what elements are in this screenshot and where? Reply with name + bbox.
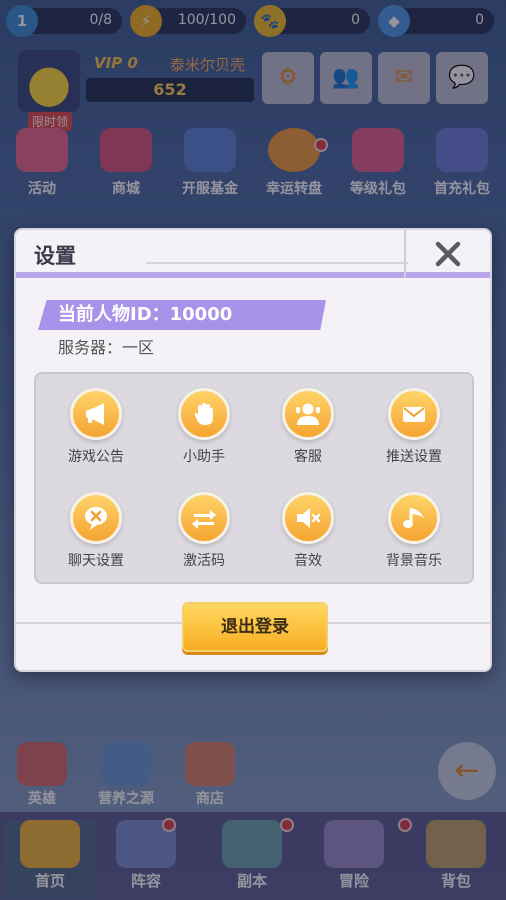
header-divider bbox=[146, 262, 408, 264]
settings-options-panel: 游戏公告 小助手 客服 推送设置 聊天设置 激活码 音效 背景音乐 bbox=[34, 372, 474, 584]
logout-button[interactable]: 退出登录 bbox=[182, 602, 328, 652]
option-label: 小助手 bbox=[183, 449, 225, 465]
server-info: 服务器：一区 bbox=[58, 338, 155, 357]
background-music-button[interactable]: 背景音乐 bbox=[364, 492, 464, 570]
settings-dialog: 设置 当前人物ID：10000 服务器：一区 游戏公告 小助手 客服 推送设置 … bbox=[14, 228, 492, 672]
character-id-bar: 当前人物ID：10000 bbox=[38, 300, 326, 330]
option-label: 客服 bbox=[294, 449, 322, 465]
customer-service-button[interactable]: 客服 bbox=[258, 388, 358, 466]
close-icon bbox=[435, 241, 461, 267]
chat-settings-button[interactable]: 聊天设置 bbox=[46, 492, 146, 570]
option-label: 聊天设置 bbox=[68, 553, 124, 569]
close-button[interactable] bbox=[404, 230, 490, 278]
chat-bubble-icon bbox=[85, 507, 107, 530]
swap-arrows-icon bbox=[192, 510, 216, 529]
option-label: 背景音乐 bbox=[386, 553, 442, 569]
customer-service-icon bbox=[296, 403, 320, 425]
sound-effects-button[interactable]: 音效 bbox=[258, 492, 358, 570]
activation-code-button[interactable]: 激活码 bbox=[154, 492, 254, 570]
option-label: 游戏公告 bbox=[68, 449, 124, 465]
music-note-icon bbox=[403, 508, 424, 528]
assistant-button[interactable]: 小助手 bbox=[154, 388, 254, 466]
envelope-icon bbox=[403, 407, 425, 422]
game-announcement-button[interactable]: 游戏公告 bbox=[46, 388, 146, 466]
dialog-header: 设置 bbox=[16, 230, 490, 278]
option-label: 推送设置 bbox=[386, 449, 442, 465]
option-label: 音效 bbox=[294, 553, 322, 569]
megaphone-icon bbox=[86, 403, 104, 425]
push-settings-button[interactable]: 推送设置 bbox=[364, 388, 464, 466]
option-label: 激活码 bbox=[183, 553, 225, 569]
speaker-mute-icon bbox=[297, 508, 321, 528]
hand-icon bbox=[194, 403, 213, 425]
dialog-title: 设置 bbox=[34, 244, 76, 268]
